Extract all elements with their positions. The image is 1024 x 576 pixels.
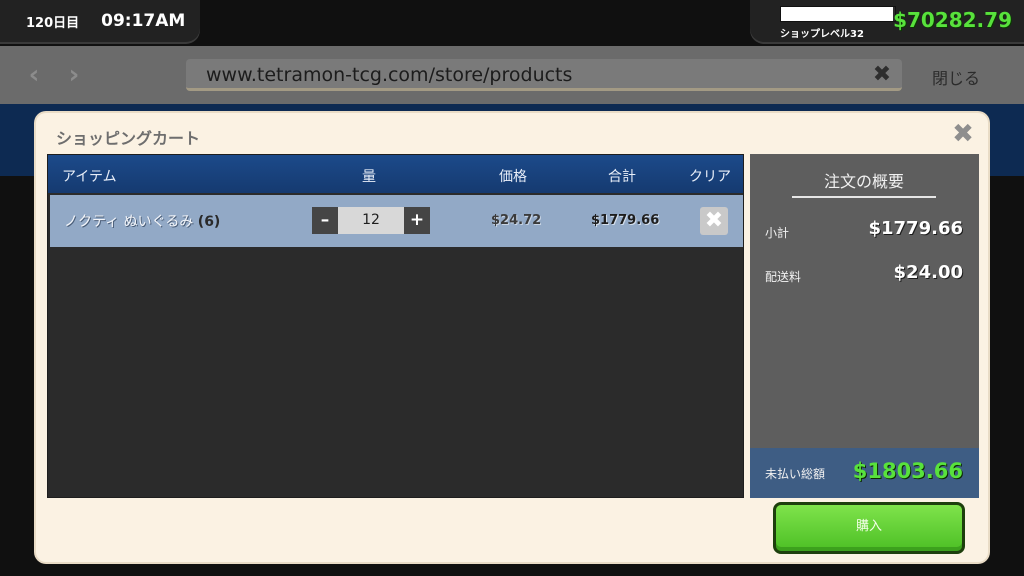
- hud-stats: ショップレベル32 $70282.79: [750, 0, 1024, 42]
- cart-table: アイテム 量 価格 合計 クリア ノクティ ぬいぐるみ (6) – 12 + $…: [47, 154, 744, 498]
- close-browser-button[interactable]: 閉じる: [932, 65, 980, 89]
- browser-bar: ‹ › www.tetramon-tcg.com/store/products …: [0, 46, 1024, 104]
- item-unit-price: $24.72: [491, 213, 542, 228]
- shopping-cart-modal: ショッピングカート ✖ アイテム 量 価格 合計 クリア ノクティ ぬいぐるみ …: [36, 113, 988, 562]
- quantity-increase-button[interactable]: +: [404, 207, 430, 234]
- col-price: 価格: [499, 169, 527, 185]
- item-count: (6): [197, 214, 221, 230]
- cart-table-header: アイテム 量 価格 合計 クリア: [48, 155, 743, 193]
- amount-due-bar: 未払い総額 $1803.66: [750, 448, 979, 498]
- day-counter: 120日目: [26, 15, 80, 31]
- item-row-total: $1779.66: [591, 213, 660, 228]
- url-clear-icon[interactable]: ✖: [868, 62, 896, 88]
- purchase-button[interactable]: 購入: [773, 502, 965, 554]
- shop-xp-fill: [781, 7, 893, 21]
- amount-due-value: $1803.66: [852, 459, 963, 483]
- modal-title: ショッピングカート: [56, 129, 201, 148]
- remove-item-icon[interactable]: ✖: [700, 207, 728, 235]
- shop-xp-bar: [780, 6, 896, 22]
- clock-time: 09:17AM: [101, 11, 186, 31]
- url-text: www.tetramon-tcg.com/store/products: [206, 64, 573, 86]
- back-arrow-icon[interactable]: ‹: [22, 62, 46, 88]
- shop-level-label: ショップレベル32: [780, 29, 864, 40]
- order-summary-title: 注文の概要: [792, 168, 936, 198]
- hud-clock: 120日目 09:17AM: [0, 0, 200, 42]
- item-name: ノクティ ぬいぐるみ (6): [64, 211, 220, 231]
- col-quantity: 量: [362, 169, 376, 185]
- url-field[interactable]: www.tetramon-tcg.com/store/products ✖: [186, 59, 902, 91]
- cart-item-row: ノクティ ぬいぐるみ (6) – 12 + $24.72 $1779.66 ✖: [50, 195, 743, 247]
- amount-due-label: 未払い総額: [765, 467, 826, 481]
- modal-close-icon[interactable]: ✖: [950, 121, 976, 147]
- forward-arrow-icon[interactable]: ›: [62, 62, 86, 88]
- col-clear: クリア: [689, 169, 731, 185]
- money-balance: $70282.79: [893, 8, 1012, 32]
- shipping-value: $24.00: [893, 262, 963, 283]
- quantity-input[interactable]: 12: [338, 207, 404, 234]
- item-name-label: ノクティ ぬいぐるみ: [64, 214, 194, 230]
- col-total: 合計: [608, 169, 636, 185]
- shipping-label: 配送料: [765, 270, 802, 284]
- col-item: アイテム: [62, 169, 117, 185]
- order-summary-panel: 注文の概要 小計 $1779.66 配送料 $24.00 未払い総額 $1803…: [750, 154, 979, 498]
- subtotal-label: 小計: [765, 226, 790, 240]
- quantity-decrease-button[interactable]: –: [312, 207, 338, 234]
- subtotal-value: $1779.66: [868, 218, 963, 239]
